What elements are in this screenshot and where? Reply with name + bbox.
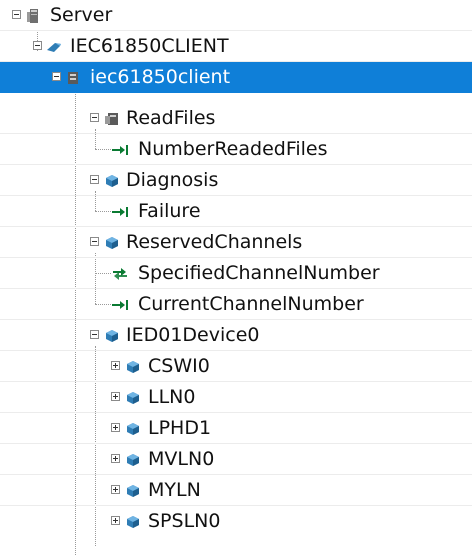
collapse-toggle[interactable] (33, 41, 42, 50)
tree-node-label: ReservedChannels (126, 231, 303, 253)
tree-node-label: CurrentChannelNumber (138, 293, 364, 315)
tree-node-server[interactable]: Server (0, 0, 472, 31)
tree-view: Server IEC61850CLIENT iec61850client Rea… (0, 0, 472, 555)
expand-toggle[interactable] (111, 454, 120, 463)
tree-node-label: Diagnosis (126, 169, 219, 191)
collapse-toggle[interactable] (90, 113, 99, 122)
server-icon (24, 7, 42, 23)
tree-node-client[interactable]: IEC61850CLIENT (0, 31, 472, 62)
tree-node-label: SpecifiedChannelNumber (138, 262, 380, 284)
tree-node-number-readed-files[interactable]: NumberReadedFiles (0, 134, 472, 165)
tree-node-lln0[interactable]: LLN0 (0, 382, 472, 413)
tree-node-cswi0[interactable]: CSWI0 (0, 351, 472, 382)
tree-node-specified-channel-number[interactable]: SpecifiedChannelNumber (0, 258, 472, 289)
collapse-toggle[interactable] (12, 10, 21, 19)
tree-node-label: LLN0 (148, 386, 196, 408)
tree-node-reserved-channels[interactable]: ReservedChannels (0, 227, 472, 258)
variable-out-icon (111, 296, 129, 312)
expand-toggle[interactable] (111, 361, 120, 370)
tree-node-label: CSWI0 (148, 355, 210, 377)
expand-toggle[interactable] (111, 485, 120, 494)
client-icon (45, 38, 63, 54)
tree-node-label: MVLN0 (148, 448, 215, 470)
tree-node-label: MYLN (148, 479, 201, 501)
tree-node-device[interactable]: IED01Device0 (0, 320, 472, 351)
object-icon (124, 420, 142, 436)
object-icon (103, 172, 121, 188)
collapse-toggle[interactable] (52, 72, 61, 81)
collapse-toggle[interactable] (90, 237, 99, 246)
tree-node-diagnosis[interactable]: Diagnosis (0, 165, 472, 196)
collapse-toggle[interactable] (90, 175, 99, 184)
folder-icon (103, 110, 121, 126)
variable-inout-icon (111, 265, 129, 281)
tree-node-mvln0[interactable]: MVLN0 (0, 444, 472, 475)
object-icon (124, 451, 142, 467)
tree-node-label: LPHD1 (148, 417, 212, 439)
tree-node-current-channel-number[interactable]: CurrentChannelNumber (0, 289, 472, 320)
object-icon (103, 234, 121, 250)
tree-node-lphd1[interactable]: LPHD1 (0, 413, 472, 444)
object-icon (124, 513, 142, 529)
variable-out-icon (111, 141, 129, 157)
object-icon (103, 327, 121, 343)
collapse-toggle[interactable] (90, 330, 99, 339)
tree-node-label: ReadFiles (126, 107, 216, 129)
tree-node-instance[interactable]: iec61850client (0, 62, 472, 93)
tree-node-failure[interactable]: Failure (0, 196, 472, 227)
expand-toggle[interactable] (111, 516, 120, 525)
object-icon (124, 358, 142, 374)
tree-node-myln[interactable]: MYLN (0, 475, 472, 506)
object-icon (124, 482, 142, 498)
expand-toggle[interactable] (111, 423, 120, 432)
tree-node-label: NumberReadedFiles (138, 138, 328, 160)
tree-node-label: IED01Device0 (126, 324, 260, 346)
tree-node-label: iec61850client (90, 66, 231, 88)
tree-node-spsln0[interactable]: SPSLN0 (0, 506, 472, 537)
object-icon (124, 389, 142, 405)
tree-node-label: SPSLN0 (148, 510, 221, 532)
tree-node-readfiles[interactable]: ReadFiles (0, 103, 472, 134)
instance-icon (64, 69, 82, 85)
tree-node-label: Server (50, 4, 113, 26)
tree-node-label: Failure (138, 200, 201, 222)
expand-toggle[interactable] (111, 392, 120, 401)
variable-out-icon (111, 203, 129, 219)
tree-node-label: IEC61850CLIENT (70, 35, 229, 57)
